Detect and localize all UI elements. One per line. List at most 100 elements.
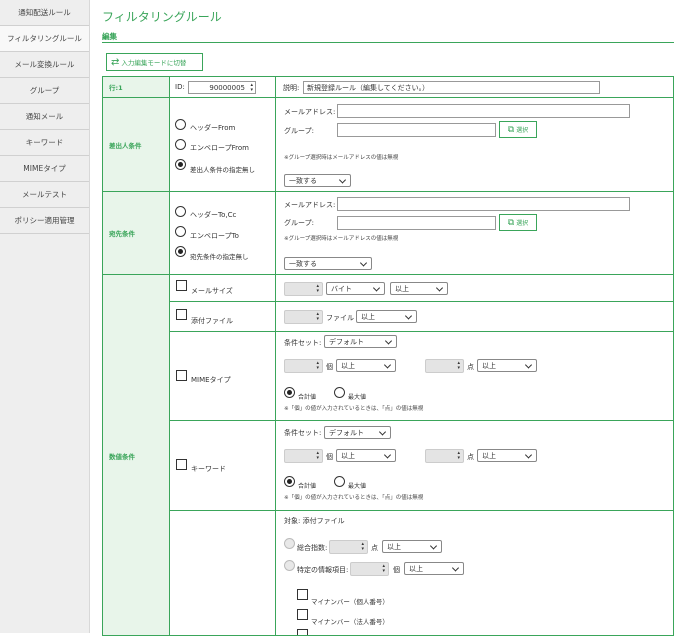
attach-checkbox[interactable] [176,309,187,320]
sidebar-item-notify-mail[interactable]: 通知メール [0,104,89,130]
target-specific-radio[interactable] [284,560,295,571]
keyword-label: キーワード [191,465,226,473]
attach-stepper[interactable] [284,310,323,324]
mail-size-stepper[interactable] [284,282,323,296]
attach-unit: ファイル [326,314,354,322]
page-title: フィルタリングルール [102,10,222,24]
target-specific-compare-select[interactable]: 以上 [404,562,464,575]
recipient-envelope-to-radio[interactable] [175,226,186,237]
recipient-group-input[interactable] [337,216,496,230]
sender-group-input[interactable] [337,123,496,137]
mime-point-compare-select[interactable]: 以上 [477,359,537,372]
mime-label: MIMEタイプ [191,376,231,384]
recipient-header-to-radio[interactable] [175,206,186,217]
mime-total-radio[interactable] [284,387,295,398]
mail-size-unit-select[interactable]: バイト [326,282,385,295]
keyword-total-label: 合計値 [298,483,317,490]
keyword-point-compare-select[interactable]: 以上 [477,449,537,462]
mynumber-personal-checkbox[interactable] [297,589,308,600]
mynumber-corporate-checkbox[interactable] [297,609,308,620]
recipient-email-input[interactable] [337,197,630,211]
keyword-count-unit: 個 [326,453,333,461]
keyword-count-stepper[interactable] [284,449,323,463]
attach-compare-select[interactable]: 以上 [356,310,417,323]
sender-header-from-radio[interactable] [175,119,186,130]
divider [102,42,674,43]
sidebar-item-mime-type[interactable]: MIMEタイプ [0,156,89,182]
target-label: 対象: 添付ファイル [284,517,345,525]
sender-group-select-button[interactable]: ⧉ 選択 [499,121,537,138]
mime-point-unit: 点 [467,363,474,371]
mime-count-stepper[interactable] [284,359,323,373]
id-label: ID: [175,83,185,91]
target-cell [170,511,276,635]
mime-max-label: 最大値 [348,394,367,401]
rule-table: 行:1 ID: 90000005 説明: 新規登録ルール（編集してください。） … [102,76,674,636]
sidebar-item-mail-convert-rule[interactable]: メール変換ルール [0,52,89,78]
keyword-set-select[interactable]: デフォルト [324,426,391,439]
swap-icon: ⇄ [111,56,120,68]
recipient-group-label: グループ: [284,219,314,227]
sidebar-item-keyword[interactable]: キーワード [0,130,89,156]
copy-icon: ⧉ [507,124,515,135]
numeric-condition-label: 数値条件 [103,275,170,635]
sender-envelope-from-label: エンベロープFrom [190,144,249,152]
mail-size-compare-select[interactable]: 以上 [390,282,448,295]
target-specific-label: 特定の情報項目: [297,566,349,574]
keyword-max-radio[interactable] [334,476,345,487]
keyword-checkbox[interactable] [176,459,187,470]
keyword-count-compare-select[interactable]: 以上 [336,449,396,462]
mynumber-corporate-label: マイナンバー（法人番号） [311,618,389,626]
mime-note: ※「個」の値が入力されているときは、「点」の値は無視 [284,406,424,412]
description-label: 説明: [283,84,300,92]
sender-none-label: 差出人条件の指定無し [190,166,255,174]
sender-none-radio[interactable] [175,159,186,170]
recipient-none-label: 宛先条件の指定無し [190,253,249,261]
keyword-total-radio[interactable] [284,476,295,487]
recipient-note: ※グループ選択時はメールアドレスの値は無視 [284,236,399,242]
mime-count-compare-select[interactable]: 以上 [336,359,396,372]
id-stepper[interactable] [244,81,256,94]
recipient-select-label: 選択 [516,220,529,227]
sidebar-item-mail-test[interactable]: メールテスト [0,182,89,208]
sender-group-label: グループ: [284,127,314,135]
sender-email-input[interactable] [337,104,630,118]
mail-size-checkbox[interactable] [176,280,187,291]
target-specific-stepper[interactable] [350,562,389,576]
mime-set-select[interactable]: デフォルト [324,335,397,348]
mime-checkbox[interactable] [176,370,187,381]
mime-count-unit: 個 [326,363,333,371]
sidebar-item-notify-delivery-rule[interactable]: 通知配送ルール [0,0,89,26]
sender-header-from-label: ヘッダーFrom [190,124,236,132]
sender-select-label: 選択 [516,127,529,134]
keyword-point-stepper[interactable] [425,449,464,463]
sidebar-item-group[interactable]: グループ [0,78,89,104]
recipient-header-to-label: ヘッダーTo,Cc [190,211,237,219]
target-total-compare-select[interactable]: 以上 [382,540,442,553]
description-input[interactable]: 新規登録ルール（編集してください。） [303,81,600,94]
keyword-note: ※「個」の値が入力されているときは、「点」の値は無視 [284,495,424,501]
recipient-group-select-button[interactable]: ⧉ 選択 [499,214,537,231]
sender-note: ※グループ選択時はメールアドレスの値は無視 [284,155,399,161]
switch-input-mode-label: 入力編集モードに切替 [121,59,187,67]
keyword-max-label: 最大値 [348,483,367,490]
recipient-email-label: メールアドレス: [284,201,336,209]
main-content: フィルタリングルール 編集 ⇄ 入力編集モードに切替 行:1 ID: 900000… [102,0,674,636]
target-specific-unit: 個 [393,566,400,574]
switch-input-mode-button[interactable]: ⇄ 入力編集モードに切替 [106,53,203,71]
target-total-radio[interactable] [284,538,295,549]
row-number-label: 行:1 [103,77,170,98]
mail-size-label: メールサイズ [191,287,233,295]
sidebar-item-filtering-rule[interactable]: フィルタリングルール [0,26,89,52]
recipient-match-select[interactable]: 一致する [284,257,372,270]
mime-max-radio[interactable] [334,387,345,398]
sidebar-item-policy-management[interactable]: ポリシー適用管理 [0,208,89,234]
sender-envelope-from-radio[interactable] [175,139,186,150]
sender-condition-label: 差出人条件 [103,98,170,192]
target-total-stepper[interactable] [329,540,368,554]
attach-label: 添付ファイル [191,317,233,325]
sender-match-select[interactable]: 一致する [284,174,351,187]
recipient-none-radio[interactable] [175,246,186,257]
target-total-unit: 点 [371,544,378,552]
mime-point-stepper[interactable] [425,359,464,373]
